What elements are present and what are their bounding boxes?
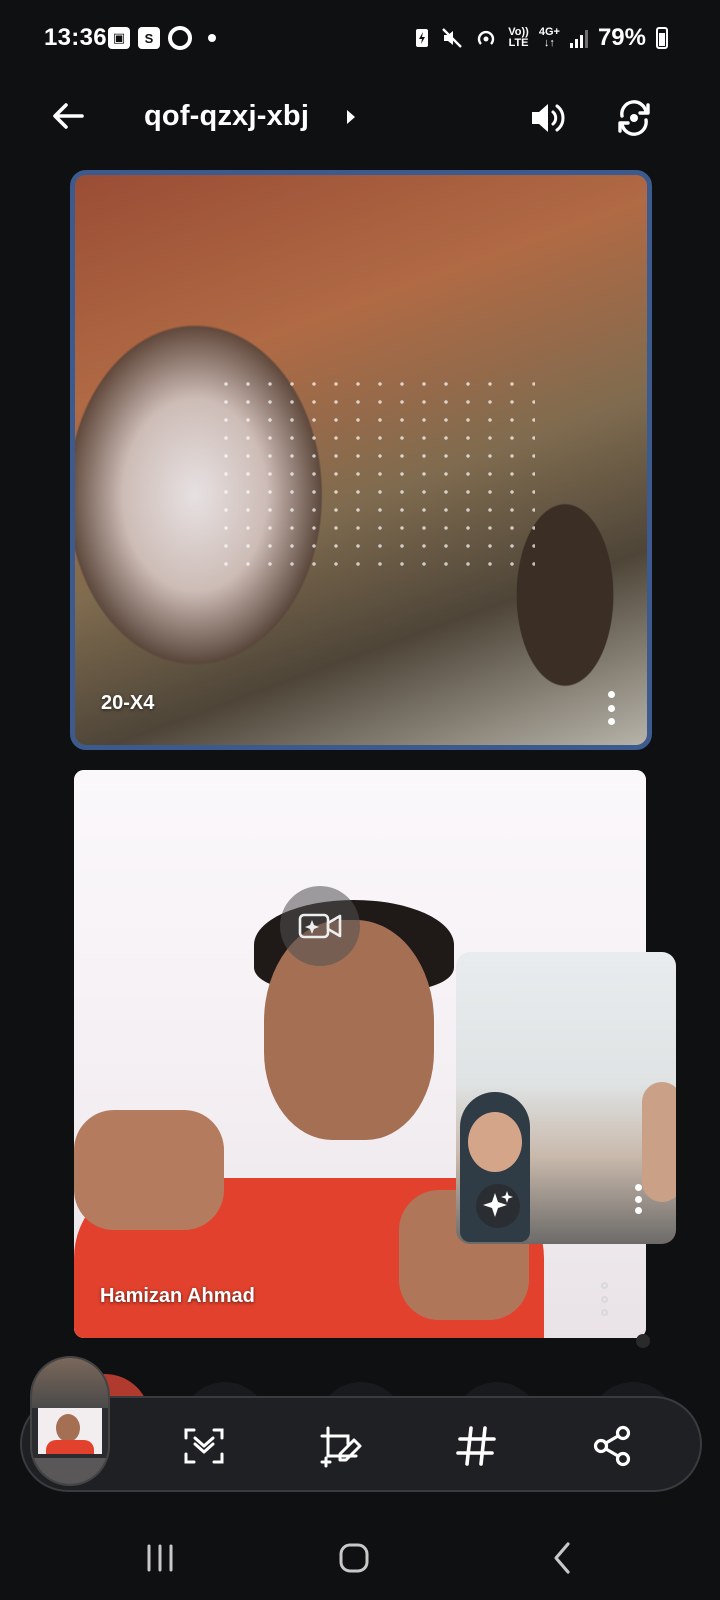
meeting-code[interactable]: qof-qzxj-xbj (144, 100, 309, 133)
notification-icons: ▣ S (108, 26, 216, 50)
resize-handle-icon[interactable] (636, 1334, 650, 1348)
pip-video-mid (38, 1408, 102, 1454)
annotate-button[interactable] (310, 1416, 370, 1476)
pip-video-bottom (32, 1458, 108, 1484)
nav-back-icon (554, 1542, 570, 1574)
self-view-face (468, 1112, 522, 1172)
circle-app-icon (168, 26, 192, 50)
pip-thumbnail[interactable] (30, 1356, 110, 1486)
recents-icon (147, 1544, 173, 1572)
speaker-icon[interactable] (526, 96, 570, 140)
share-icon (593, 1425, 631, 1467)
volte-bottom: LTE (508, 37, 529, 49)
self-view-tile[interactable] (456, 952, 676, 1244)
battery-percent: 79% (597, 24, 646, 51)
system-nav-bar (0, 1520, 720, 1600)
decorative-lights (215, 375, 535, 575)
nav-back-button[interactable] (538, 1538, 586, 1578)
caret-right-icon[interactable] (344, 108, 358, 126)
system-icons: Vo)) LTE 4G+ ↓↑ 79% (414, 24, 668, 52)
video-effects-button[interactable] (280, 886, 360, 966)
auto-frame-icon (184, 1428, 224, 1464)
gallery-icon: ▣ (108, 27, 130, 49)
hotspot-icon (478, 30, 495, 45)
hashtag-icon (456, 1426, 496, 1466)
hashtag-button[interactable] (446, 1416, 506, 1476)
participant-more-icon[interactable] (607, 691, 615, 725)
status-bar: 13:36 ▣ S Vo)) LTE 4G+ ↓↑ 79% (0, 0, 720, 80)
shopee-icon: S (138, 27, 160, 49)
floating-toolbar (20, 1396, 702, 1492)
clock: 13:36 (44, 24, 107, 51)
battery-saver-icon (416, 29, 429, 47)
participant-name: 20-X4 (101, 692, 155, 714)
network-type: 4G+ ↓↑ (539, 27, 560, 49)
volte-indicator: Vo)) LTE (508, 27, 529, 49)
switch-camera-icon[interactable] (612, 96, 656, 140)
recents-button[interactable] (136, 1538, 184, 1578)
pip-video-top (32, 1358, 108, 1408)
self-view-more-icon[interactable] (634, 1184, 642, 1214)
home-icon (339, 1543, 369, 1573)
effects-button[interactable] (476, 1184, 520, 1228)
more-notifications-dot (208, 34, 216, 42)
home-button[interactable] (330, 1538, 378, 1578)
auto-frame-button[interactable] (174, 1416, 234, 1476)
self-view-person-2 (642, 1082, 676, 1202)
annotate-icon (320, 1426, 362, 1468)
sparkle-icon (483, 1191, 513, 1217)
network-bottom: ↓↑ (543, 37, 555, 49)
battery-icon (656, 27, 668, 49)
back-arrow-icon[interactable] (48, 96, 88, 136)
participant-name: Hamizan Ahmad (100, 1285, 255, 1307)
mute-icon (442, 28, 463, 48)
call-header: qof-qzxj-xbj (0, 88, 720, 148)
participant-hand-left (74, 1110, 224, 1230)
signal-icon (569, 28, 588, 48)
participant-more-icon[interactable] (600, 1282, 608, 1316)
share-button[interactable] (582, 1416, 642, 1476)
participant-tile-20-x4[interactable]: 20-X4 (70, 170, 652, 750)
camera-effects-icon (298, 913, 342, 939)
